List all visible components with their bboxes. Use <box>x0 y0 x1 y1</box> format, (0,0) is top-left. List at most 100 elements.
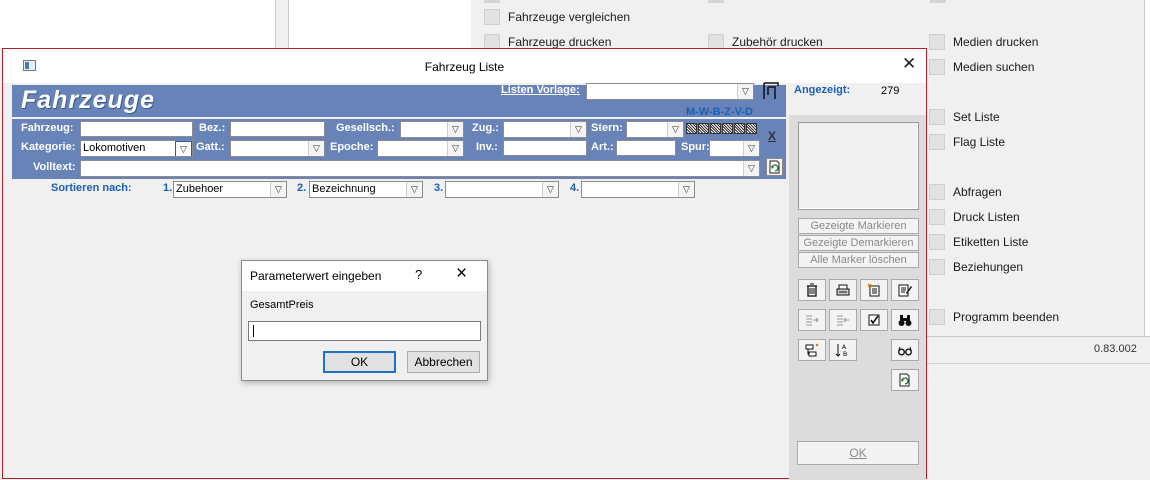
dialog-title: Parameterwert eingeben <box>250 269 382 283</box>
edit-entry-button[interactable] <box>891 279 919 301</box>
vergleichen-button[interactable]: Fahrzeuge vergleichen <box>484 9 630 25</box>
sort-1-select[interactable]: Zubehoer ▽ <box>173 181 287 198</box>
zug-select[interactable]: ▽ <box>503 121 587 138</box>
glasses-icon <box>898 346 912 356</box>
image-preview <box>798 122 919 210</box>
sort-4-number: 4. <box>570 182 580 194</box>
sort-3-select[interactable]: ▽ <box>445 181 559 198</box>
clear-filter-button[interactable]: X <box>768 129 776 143</box>
refresh-button[interactable] <box>891 369 919 391</box>
marker-v-checkbox[interactable] <box>734 123 745 134</box>
medien-suchen-button[interactable]: Medien suchen <box>929 59 1034 75</box>
etiketten-liste-button[interactable]: Etiketten Liste <box>929 234 1028 250</box>
view-button[interactable] <box>891 339 919 361</box>
export-button[interactable] <box>798 309 826 331</box>
import-button[interactable] <box>829 309 857 331</box>
hierarchy-icon <box>805 343 819 357</box>
programm-beenden-button[interactable]: Programm beenden <box>929 309 1059 325</box>
sort-button[interactable]: AB <box>829 339 857 361</box>
new-entry-button[interactable] <box>860 279 888 301</box>
marker-loeschen-button[interactable]: Alle Marker löschen <box>798 252 919 268</box>
bez-label: Bez.: <box>199 122 226 134</box>
marker-checkboxes <box>686 123 762 135</box>
spur-select[interactable]: ▽ <box>709 140 760 157</box>
background-lower-divider <box>927 363 1150 364</box>
sort-4-select[interactable]: ▽ <box>581 181 695 198</box>
page-title: Fahrzeuge <box>21 86 156 114</box>
gesellsch-label: Gesellsch.: <box>336 122 395 134</box>
prompt-label: GesamtPreis <box>250 299 314 311</box>
background-status-line <box>927 336 1150 337</box>
chevron-down-icon: ▽ <box>570 122 586 137</box>
ok-button[interactable]: OK <box>797 441 919 465</box>
bez-field[interactable] <box>230 121 325 137</box>
medien-drucken-button[interactable]: Medien drucken <box>929 34 1038 50</box>
kategorie-select[interactable]: Lokomotiven ▽ <box>80 140 193 157</box>
background-divider <box>275 0 276 48</box>
spur-label: Spur: <box>681 141 710 153</box>
marker-d-checkbox[interactable] <box>746 123 757 134</box>
chevron-down-icon: ▽ <box>743 161 759 176</box>
inv-field[interactable] <box>503 140 587 156</box>
sort-2-number: 2. <box>297 182 307 194</box>
fahrzeug-field[interactable] <box>80 121 193 137</box>
refresh-filter-icon[interactable] <box>766 158 783 176</box>
delete-button[interactable] <box>798 279 826 301</box>
marker-b-checkbox[interactable] <box>710 123 721 134</box>
stern-select[interactable]: ▽ <box>626 121 684 138</box>
abfragen-button[interactable]: Abfragen <box>929 184 1002 200</box>
parameter-dialog: Parameterwert eingeben ? × GesamtPreis O… <box>241 260 488 381</box>
chevron-down-icon: ▽ <box>447 122 463 137</box>
edit-document-icon <box>898 284 912 297</box>
print-button[interactable] <box>829 279 857 301</box>
background-pane-mid <box>288 0 471 48</box>
trash-icon <box>807 283 817 297</box>
flag-liste-button[interactable]: Flag Liste <box>929 134 1005 150</box>
art-field[interactable] <box>616 140 676 156</box>
set-liste-button[interactable]: Set Liste <box>929 109 1000 125</box>
version-label: 0.83.002 <box>1094 343 1137 355</box>
background-top-tabs <box>484 0 1144 3</box>
refresh-document-icon <box>899 373 910 387</box>
dialog-close-icon[interactable]: × <box>456 263 467 285</box>
marker-letters: M-W-B-Z-V-D <box>686 106 753 118</box>
dialog-ok-button[interactable]: OK <box>323 351 396 373</box>
check-button[interactable] <box>860 309 888 331</box>
svg-text:B: B <box>843 351 847 358</box>
sort-2-select[interactable]: Bezeichnung ▽ <box>309 181 423 198</box>
set-button[interactable] <box>798 339 826 361</box>
import-icon <box>837 315 849 326</box>
binoculars-icon <box>898 315 912 326</box>
art-label: Art.: <box>591 141 614 153</box>
volltext-select[interactable]: ▽ <box>80 160 760 177</box>
epoche-select[interactable]: ▽ <box>377 140 464 157</box>
vorlage-edit-icon[interactable] <box>761 81 781 101</box>
listen-vorlage-label: Listen Vorlage: <box>501 84 580 96</box>
volltext-label: Volltext: <box>33 161 76 173</box>
search-button[interactable] <box>891 309 919 331</box>
sort-1-number: 1. <box>163 182 173 194</box>
stern-label: Stern: <box>591 122 623 134</box>
druck-listen-button[interactable]: Druck Listen <box>929 209 1020 225</box>
chevron-down-icon: ▽ <box>270 182 286 197</box>
checkbox-checked-icon <box>868 314 880 326</box>
printer-icon <box>836 284 850 296</box>
gatt-select[interactable]: ▽ <box>230 140 325 157</box>
marker-m-checkbox[interactable] <box>686 123 697 134</box>
fahrzeug-label: Fahrzeug: <box>21 122 74 134</box>
help-icon[interactable]: ? <box>415 267 422 282</box>
sort-az-icon: AB <box>835 344 847 358</box>
dialog-cancel-button[interactable]: Abbrechen <box>407 351 480 373</box>
markieren-button[interactable]: Gezeigte Markieren <box>798 218 919 234</box>
parameter-input[interactable] <box>248 321 481 341</box>
beziehungen-button[interactable]: Beziehungen <box>929 259 1023 275</box>
marker-z-checkbox[interactable] <box>722 123 733 134</box>
marker-w-checkbox[interactable] <box>698 123 709 134</box>
listen-vorlage-select[interactable]: ▽ <box>586 83 754 100</box>
demarkieren-button[interactable]: Gezeigte Demarkieren <box>798 235 919 251</box>
angezeigt-label: Angezeigt: <box>794 84 851 96</box>
close-icon[interactable]: ✕ <box>902 54 916 74</box>
chevron-down-icon: ▽ <box>743 141 759 156</box>
gesellsch-select[interactable]: ▽ <box>400 121 464 138</box>
chevron-down-icon: ▽ <box>308 141 324 156</box>
